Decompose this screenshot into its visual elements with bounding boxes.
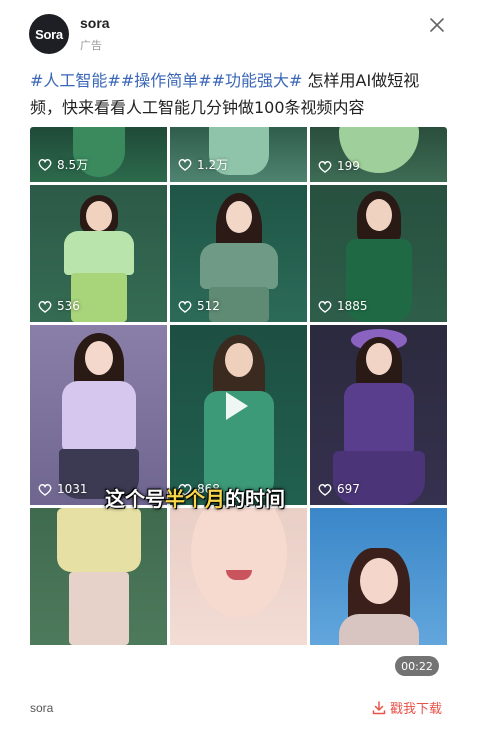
like-count: 512 bbox=[178, 299, 220, 313]
video-subtitle: 这个号半个月的时间 bbox=[105, 487, 285, 511]
ad-caption: #人工智能##操作简单##功能强大# 怎样用AI做短视频，快来看看人工智能几分钟… bbox=[30, 67, 450, 121]
heart-icon bbox=[318, 160, 332, 173]
like-count: 1.2万 bbox=[178, 156, 228, 173]
like-count: 536 bbox=[38, 299, 80, 313]
like-count: 8.5万 bbox=[38, 156, 88, 173]
like-count: 1885 bbox=[318, 299, 368, 313]
ad-video[interactable]: 8.5万 1.2万 199 536 512 1885 1031 868 697 … bbox=[30, 127, 447, 683]
heart-icon bbox=[178, 300, 192, 313]
grid-tile: 199 bbox=[310, 127, 447, 182]
footer-sponsor-name[interactable]: sora bbox=[30, 701, 53, 715]
grid-tile: 512 bbox=[170, 185, 307, 322]
caption-hashtags[interactable]: #人工智能##操作简单##功能强大# bbox=[30, 71, 302, 90]
like-count: 697 bbox=[318, 482, 360, 496]
grid-tile: 8.5万 bbox=[30, 127, 167, 182]
like-count: 199 bbox=[318, 159, 360, 173]
heart-icon bbox=[318, 483, 332, 496]
grid-tile: 697 bbox=[310, 325, 447, 505]
heart-icon bbox=[38, 159, 52, 171]
video-duration: 00:22 bbox=[395, 656, 439, 676]
play-button[interactable] bbox=[226, 392, 248, 420]
grid-tile bbox=[30, 508, 167, 645]
grid-tile: 1031 bbox=[30, 325, 167, 505]
grid-tile: 1.2万 bbox=[170, 127, 307, 182]
sponsor-name[interactable]: sora bbox=[80, 15, 110, 31]
grid-tile bbox=[170, 508, 307, 645]
grid-tile bbox=[310, 508, 447, 645]
sponsor-avatar[interactable]: Sora bbox=[29, 14, 69, 54]
like-count: 1031 bbox=[38, 482, 88, 496]
grid-tile: 536 bbox=[30, 185, 167, 322]
heart-icon bbox=[38, 483, 52, 496]
heart-icon bbox=[178, 159, 192, 171]
heart-icon bbox=[38, 300, 52, 313]
download-button[interactable]: 戳我下载 bbox=[372, 698, 442, 717]
grid-tile: 1885 bbox=[310, 185, 447, 322]
heart-icon bbox=[318, 300, 332, 313]
ad-label: 广告 bbox=[80, 39, 102, 52]
download-icon bbox=[372, 700, 386, 714]
close-icon[interactable] bbox=[424, 12, 450, 38]
download-label: 戳我下载 bbox=[390, 702, 443, 717]
